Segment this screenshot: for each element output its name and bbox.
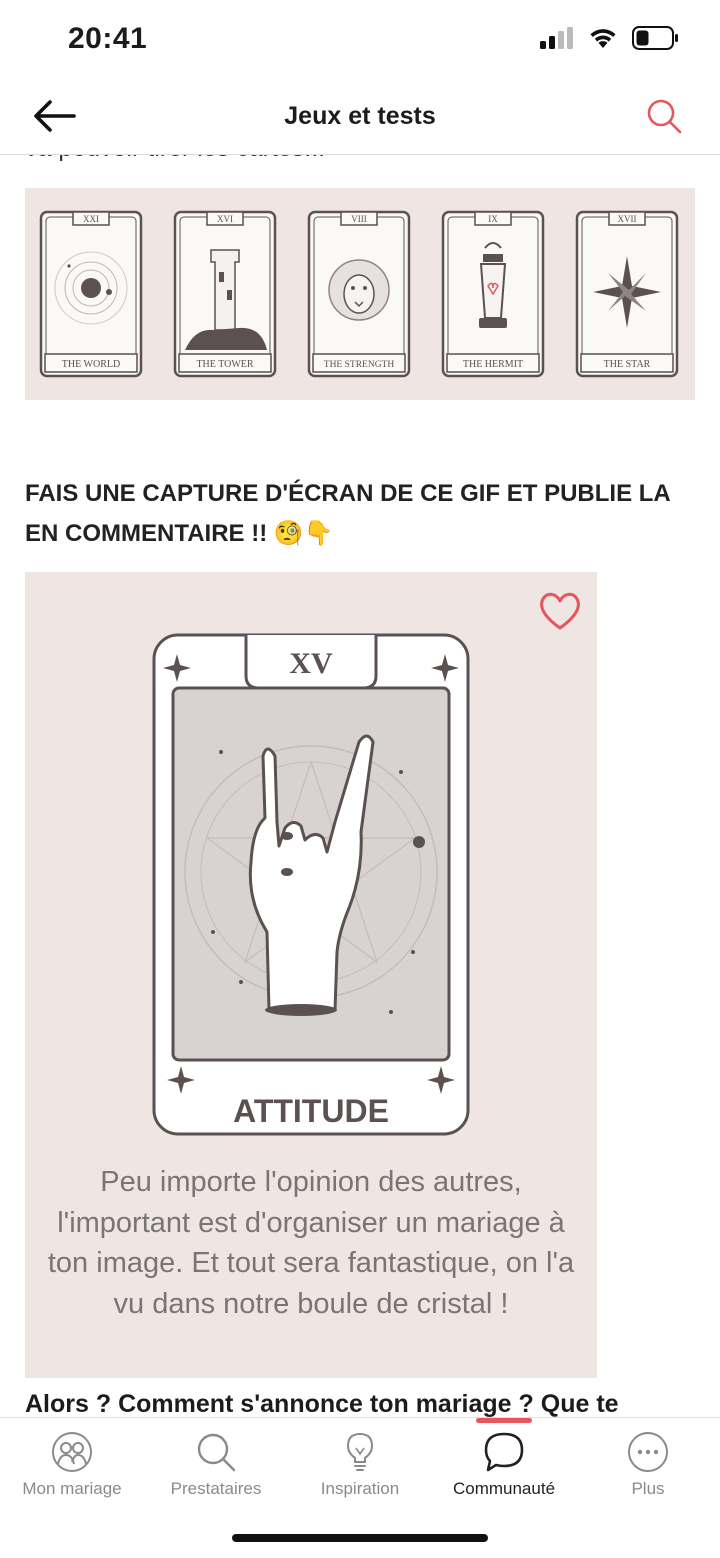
tarot-card-star: XVII THE STAR [575,210,679,378]
tab-label: Communauté [452,1479,556,1498]
card-label: THE TOWER [196,359,253,370]
tab-label: Plus [631,1479,665,1498]
card-title: ATTITUDE [233,1093,389,1129]
status-time: 20:41 [68,22,148,55]
top-nav-bar: Jeux et tests [0,84,720,155]
tarot-card-hermit: IX THE HERMIT [441,210,545,378]
tarot-cards-image: XXI THE WORLD XVI THE TOWER VIII THE STR… [25,188,695,400]
cellular-signal-icon [540,27,573,49]
card-numeral: VIII [351,214,367,224]
heart-icon [540,592,580,630]
tab-mon-mariage[interactable]: Mon mariage [0,1418,144,1518]
search-button[interactable] [644,96,684,136]
status-icons [540,26,680,50]
more-icon [628,1432,668,1472]
lightbulb-icon [346,1432,374,1471]
post-text-continued: Alors ? Comment s'annonce ton mariage ? … [25,1390,619,1417]
tarot-card-attitude: XV ATTITUDE [152,633,470,1136]
tarot-gif[interactable]: XV ATTITUDE Peu importe l'opinion des au… [25,572,597,1378]
tarot-card-world: XXI THE WORLD [39,210,143,378]
chat-bubble-icon [484,1432,524,1472]
card-numeral: XVI [217,214,233,224]
card-numeral: XXI [83,214,99,224]
tarot-card-tower: XVI THE TOWER [173,210,277,378]
card-label: THE STAR [604,359,651,370]
tab-communaute[interactable]: Communauté [432,1418,576,1518]
page-title: Jeux et tests [284,102,436,130]
search-icon [197,1433,236,1472]
post-text-partial: va pouvoir tirer les cartes... [25,154,325,163]
battery-icon [632,26,678,50]
post-heading: FAIS UNE CAPTURE D'ÉCRAN DE CE GIF ET PU… [25,480,670,547]
tarot-card-strength: VIII THE STRENGTH [307,210,411,378]
search-icon [647,99,682,134]
post-content[interactable]: va pouvoir tirer les cartes... XXI THE W… [0,154,720,1417]
status-bar: 20:41 [0,0,720,84]
tab-label: Prestataires [170,1479,262,1498]
tab-label: Inspiration [320,1479,400,1498]
card-label: THE HERMIT [463,359,523,370]
card-numeral: XVII [618,214,637,224]
tab-label: Mon mariage [22,1479,122,1498]
tab-plus[interactable]: Plus [576,1418,720,1518]
card-numeral: IX [488,214,498,224]
couple-icon [52,1432,92,1472]
card-label: THE STRENGTH [324,360,395,370]
wifi-icon [590,29,616,48]
card-numeral: XV [289,647,333,680]
gif-caption: Peu importe l'opinion des autres, l'impo… [47,1166,575,1320]
home-indicator[interactable] [232,1534,488,1542]
card-label: THE WORLD [62,359,120,370]
tab-prestataires[interactable]: Prestataires [144,1418,288,1518]
tab-inspiration[interactable]: Inspiration [288,1418,432,1518]
